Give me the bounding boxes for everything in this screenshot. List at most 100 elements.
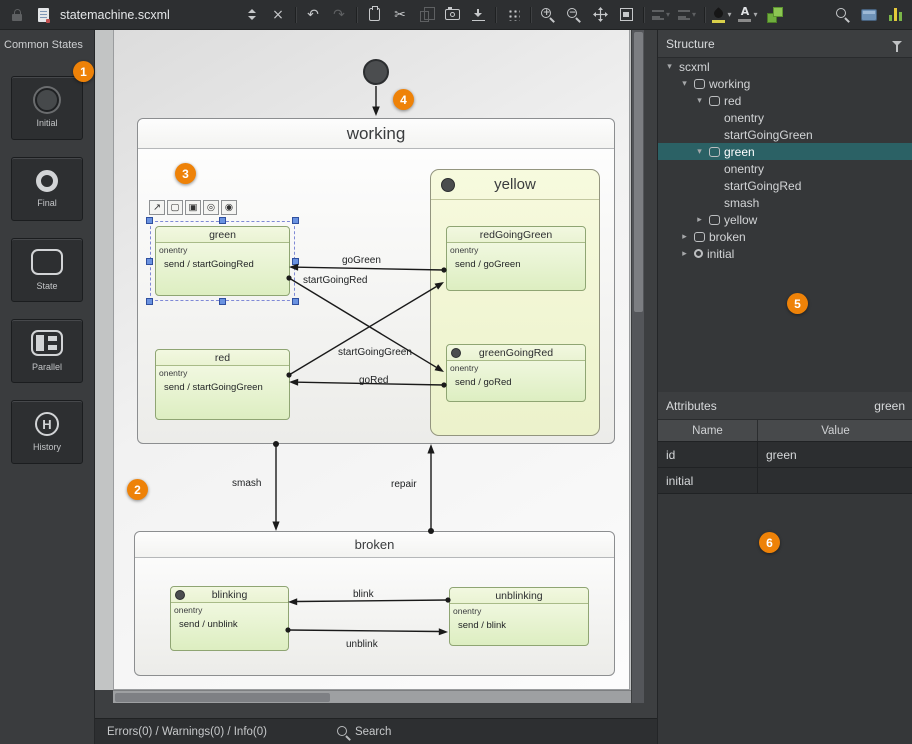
tree-item-smash[interactable]: smash [658, 194, 912, 211]
expander-icon[interactable]: ▾ [679, 79, 690, 89]
state-redGoingGreen[interactable]: redGoingGreen onentry send / goGreen [446, 226, 586, 291]
state-broken-title[interactable]: broken [135, 532, 614, 558]
common-state-initial[interactable]: Initial [11, 76, 83, 140]
resize-handle[interactable] [292, 258, 299, 265]
font-color-button[interactable]: A ▾ [736, 3, 760, 27]
expander-icon[interactable]: ▸ [679, 232, 690, 242]
document-switcher[interactable] [240, 3, 264, 27]
transition-label-blink[interactable]: blink [353, 589, 374, 600]
zoom-out-button[interactable]: − [562, 3, 586, 27]
transition-label-startGoingRed[interactable]: startGoingRed [303, 275, 367, 286]
pan-button[interactable] [588, 3, 612, 27]
issues-toggle[interactable]: Errors(0) / Warnings(0) / Info(0) [107, 726, 267, 738]
transition-label-startGoingGreen[interactable]: startGoingGreen [338, 347, 412, 358]
lock-icon[interactable] [5, 3, 29, 27]
column-header-value[interactable]: Value [758, 420, 912, 441]
tree-item-initial[interactable]: ▸ initial [658, 245, 912, 262]
resize-handle[interactable] [146, 217, 153, 224]
tool-state-icon[interactable]: ▢ [167, 200, 183, 215]
undo-button[interactable]: ↶ [301, 3, 325, 27]
tree-item-green[interactable]: ▾ green [658, 143, 912, 160]
resize-handle[interactable] [292, 298, 299, 305]
initial-icon [694, 249, 703, 258]
document-title: statemachine.scxml [60, 8, 238, 22]
vertical-scrollbar-thumb[interactable] [634, 32, 643, 312]
attribute-value[interactable] [758, 468, 912, 493]
state-green[interactable]: green onentry send / startGoingRed [155, 226, 290, 296]
state-blinking[interactable]: blinking onentry send / unblink [170, 586, 289, 651]
tool-final-icon[interactable]: ◉ [221, 200, 237, 215]
copy-button[interactable] [414, 3, 438, 27]
search-toggle[interactable]: Search [337, 726, 391, 738]
common-state-parallel[interactable]: Parallel [11, 319, 83, 383]
state-working-title[interactable]: working [138, 119, 614, 149]
state-yellow[interactable]: yellow redGoingGreen onentry send / goGr… [430, 169, 600, 436]
tool-state-alt-icon[interactable]: ▣ [185, 200, 201, 215]
statistics-button[interactable] [883, 3, 907, 27]
preview-button[interactable] [857, 3, 881, 27]
state-color-button[interactable] [762, 3, 786, 27]
transition-label-goRed[interactable]: goRed [359, 375, 388, 386]
initial-dot-icon [175, 590, 185, 600]
tree-item-onentry[interactable]: onentry [658, 160, 912, 177]
expander-icon[interactable]: ▸ [679, 249, 690, 259]
state-greenGoingRed[interactable]: greenGoingRed onentry send / goRed [446, 344, 586, 402]
distribute-button[interactable]: ▾ [675, 3, 699, 27]
state-yellow-title[interactable]: yellow [494, 176, 536, 193]
initial-state-node[interactable] [363, 59, 389, 85]
transition-label-smash[interactable]: smash [232, 478, 261, 489]
tree-item-onentry[interactable]: onentry [658, 109, 912, 126]
expander-icon[interactable]: ▾ [694, 96, 705, 106]
attributes-panel: Attributes green Name Value id green ini… [658, 392, 912, 494]
transition-label-repair[interactable]: repair [391, 479, 417, 490]
snap-grid-button[interactable] [501, 3, 525, 27]
redo-button[interactable]: ↷ [327, 3, 351, 27]
diagram-page[interactable]: working ↗ ▢ ▣ ◎ ◉ green onentry send / s… [113, 30, 630, 690]
fit-to-view-button[interactable] [614, 3, 638, 27]
font-color-icon: A [738, 7, 751, 22]
expander-icon[interactable]: ▾ [664, 62, 675, 72]
align-button[interactable]: ▾ [649, 3, 673, 27]
expander-icon[interactable]: ▸ [694, 215, 705, 225]
transition-label-goGreen[interactable]: goGreen [342, 255, 381, 266]
annotation-badge-5: 5 [787, 293, 808, 314]
resize-handle[interactable] [219, 217, 226, 224]
tool-transition-icon[interactable]: ↗ [149, 200, 165, 215]
search-button[interactable] [831, 3, 855, 27]
common-state-history[interactable]: H History [11, 400, 83, 464]
tool-initial-icon[interactable]: ◎ [203, 200, 219, 215]
tree-item-broken[interactable]: ▸ broken [658, 228, 912, 245]
resize-handle[interactable] [146, 258, 153, 265]
vertical-scrollbar[interactable] [631, 30, 644, 703]
close-document-button[interactable]: × [266, 3, 290, 27]
cut-button[interactable]: ✂ [388, 3, 412, 27]
fill-color-button[interactable]: ▾ [710, 3, 734, 27]
export-button[interactable] [466, 3, 490, 27]
horizontal-scrollbar-thumb[interactable] [115, 693, 330, 702]
state-red[interactable]: red onentry send / startGoingGreen [155, 349, 290, 420]
transition-label-unblink[interactable]: unblink [346, 639, 378, 650]
expander-icon[interactable]: ▾ [694, 147, 705, 157]
diagram-canvas[interactable]: working ↗ ▢ ▣ ◎ ◉ green onentry send / s… [95, 30, 657, 718]
attribute-value[interactable]: green [758, 442, 912, 467]
filter-icon[interactable] [892, 41, 902, 46]
resize-handle[interactable] [219, 298, 226, 305]
tree-item-startGoingGreen[interactable]: startGoingGreen [658, 126, 912, 143]
resize-handle[interactable] [146, 298, 153, 305]
tree-item-working[interactable]: ▾ working [658, 75, 912, 92]
common-state-state[interactable]: State [11, 238, 83, 302]
screenshot-button[interactable] [440, 3, 464, 27]
tree-item-yellow[interactable]: ▸ yellow [658, 211, 912, 228]
tree-item-scxml[interactable]: ▾ scxml [658, 58, 912, 75]
horizontal-scrollbar[interactable] [113, 690, 631, 703]
resize-handle[interactable] [292, 217, 299, 224]
common-state-final[interactable]: Final [11, 157, 83, 221]
paste-button[interactable] [362, 3, 386, 27]
zoom-in-button[interactable]: + [536, 3, 560, 27]
state-broken[interactable]: broken blinking onentry send / unblink u… [134, 531, 615, 676]
tree-item-red[interactable]: ▾ red [658, 92, 912, 109]
state-working[interactable]: working ↗ ▢ ▣ ◎ ◉ green onentry send / s… [137, 118, 615, 444]
state-unblinking[interactable]: unblinking onentry send / blink [449, 587, 589, 646]
tree-item-startGoingRed[interactable]: startGoingRed [658, 177, 912, 194]
column-header-name[interactable]: Name [658, 420, 758, 441]
